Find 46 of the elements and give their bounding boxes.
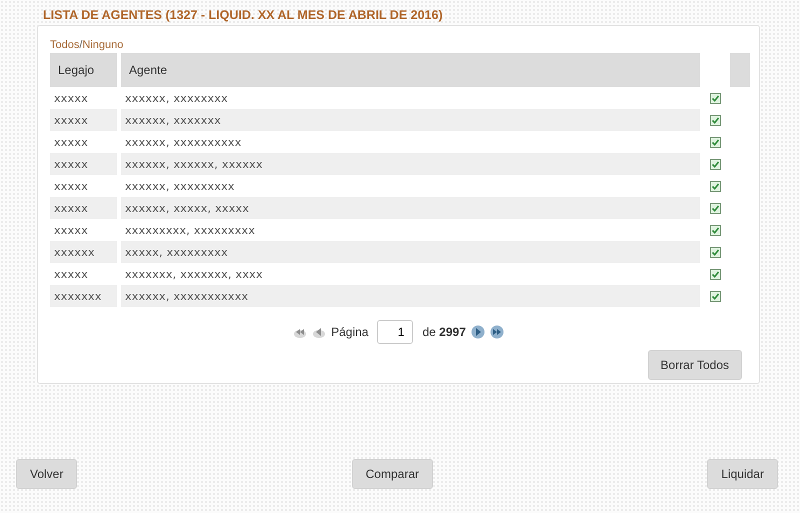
row-checkbox[interactable] <box>710 180 720 192</box>
next-page-icon[interactable] <box>470 325 485 339</box>
row-checkbox[interactable] <box>710 92 720 104</box>
row-checkbox[interactable] <box>710 268 720 280</box>
row-checkbox[interactable] <box>710 136 720 148</box>
table-cell: xxxxxx <box>50 241 117 263</box>
table-cell: xxxxxx, xxxxxxxxxxx <box>121 285 700 307</box>
table-cell-text: xxxxx <box>53 178 90 194</box>
separator: / <box>79 39 82 51</box>
table-cell: xxxxx <box>50 109 117 131</box>
page-count: de 2997 <box>422 325 466 339</box>
select-all-link[interactable]: Todos <box>50 39 80 51</box>
table-cell: xxxxxx, xxxxx, xxxxx <box>121 197 700 219</box>
row-checkbox[interactable] <box>710 114 720 126</box>
back-button[interactable]: Volver <box>16 459 78 489</box>
table-cell-text: xxxxx <box>53 134 90 150</box>
compare-button[interactable]: Comparar <box>352 459 433 489</box>
table-cell: xxxxxx, xxxxxx, xxxxxx <box>121 153 700 175</box>
column-header: Agente <box>121 53 700 87</box>
row-checkbox[interactable] <box>710 202 720 214</box>
page-label: Página <box>331 325 368 339</box>
scrollbar[interactable] <box>730 53 750 87</box>
table-cell: xxxxx <box>50 197 117 219</box>
row-checkbox[interactable] <box>710 158 720 170</box>
page-title: LISTA DE AGENTES (1327 - LIQUID. XX AL MES DE ABRIL DE 2016) <box>43 8 443 22</box>
clear-all-button[interactable]: Borrar Todos <box>648 350 742 380</box>
table-cell-text: xxxxxxx, xxxxxxx, xxxx <box>124 266 264 282</box>
page-field[interactable]: 1 <box>377 320 414 344</box>
table-cell-text: xxxxxxxxx, xxxxxxxxx <box>124 222 256 238</box>
table-cell: xxxxx, xxxxxxxxx <box>121 241 700 263</box>
table-cell: xxxxx <box>50 153 117 175</box>
row-checkbox[interactable] <box>710 246 720 258</box>
last-page-icon[interactable] <box>490 325 504 339</box>
liquidate-button[interactable]: Liquidar <box>707 459 778 489</box>
table-cell: xxxxxx, xxxxxxx <box>121 109 700 131</box>
select-none-link[interactable]: Ninguno <box>82 39 124 51</box>
row-checkbox[interactable] <box>710 224 720 236</box>
table-cell-text: xxxxx <box>53 266 90 282</box>
table-cell-text: xxxxx <box>53 90 90 106</box>
table-cell-text: xxxxxx, xxxxxxxxx <box>124 178 236 194</box>
table-cell-text: xxxxxx, xxxxxxxx <box>124 90 229 106</box>
column-header: Legajo <box>50 53 117 87</box>
table-cell-text: xxxxx <box>53 222 90 238</box>
row-checkbox[interactable] <box>710 290 720 302</box>
table-cell-text: xxxxxx, xxxxxxxxxx <box>124 134 243 150</box>
table-cell: xxxxxxx <box>50 285 117 307</box>
